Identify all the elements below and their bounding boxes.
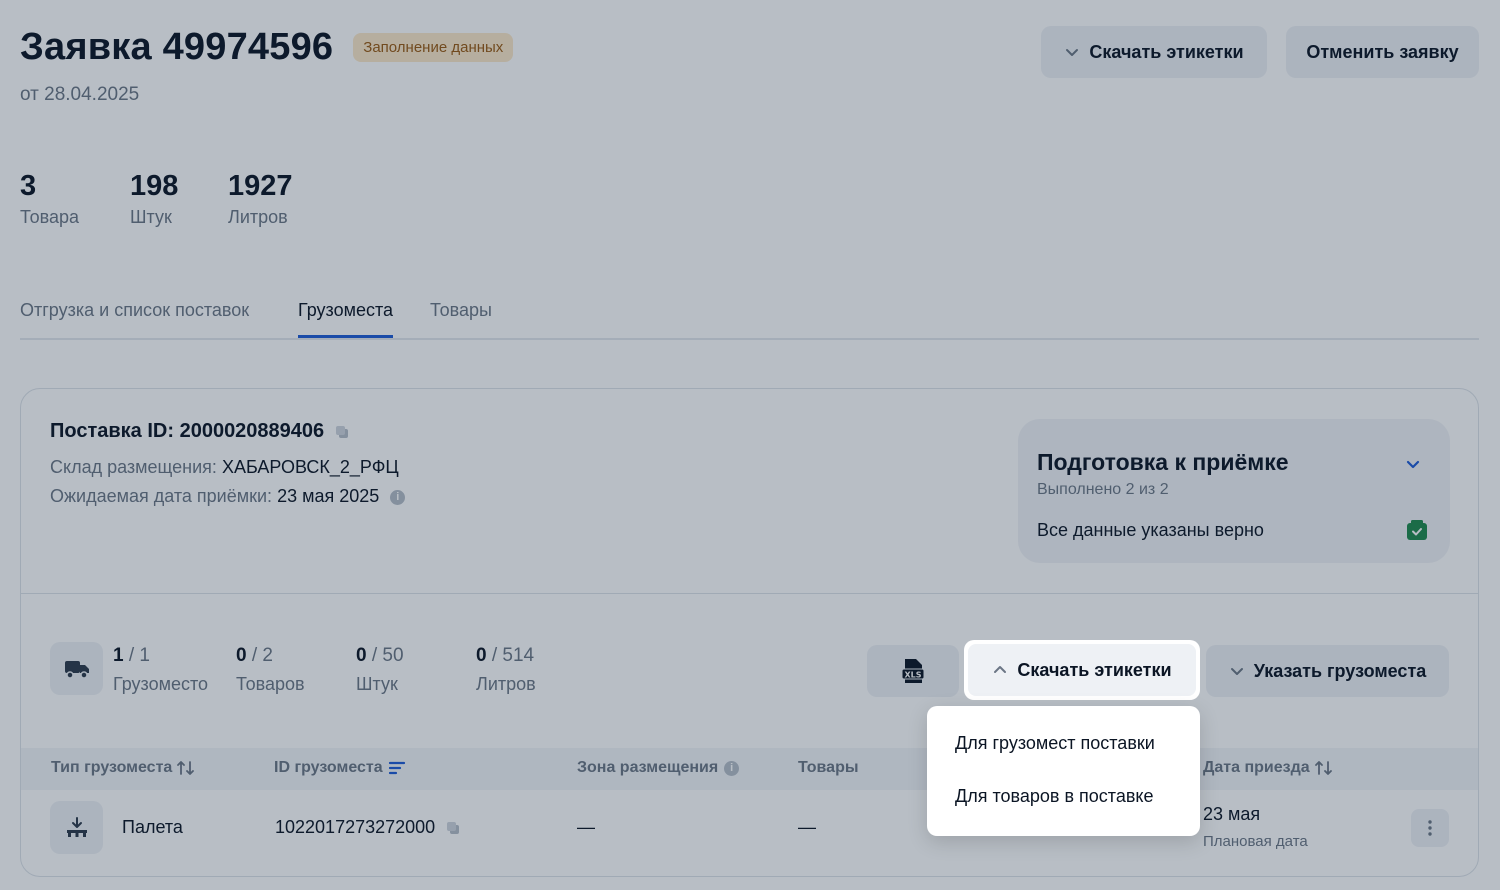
chevron-up-icon bbox=[994, 666, 1007, 673]
download-labels-label: Скачать этикетки bbox=[1017, 659, 1172, 680]
download-labels-button-inner[interactable]: Скачать этикетки bbox=[968, 644, 1196, 696]
menu-item-goods-labels[interactable]: Для товаров в поставке bbox=[955, 786, 1153, 807]
download-labels-button-focused[interactable]: Скачать этикетки bbox=[964, 640, 1200, 700]
page: Заявка 49974596 Заполнение данных от 28.… bbox=[0, 0, 1500, 890]
download-labels-dropdown: Для грузомест поставки Для товаров в пос… bbox=[927, 706, 1200, 836]
modal-overlay[interactable] bbox=[0, 0, 1500, 890]
menu-item-cargo-places-labels[interactable]: Для грузомест поставки bbox=[955, 733, 1155, 754]
